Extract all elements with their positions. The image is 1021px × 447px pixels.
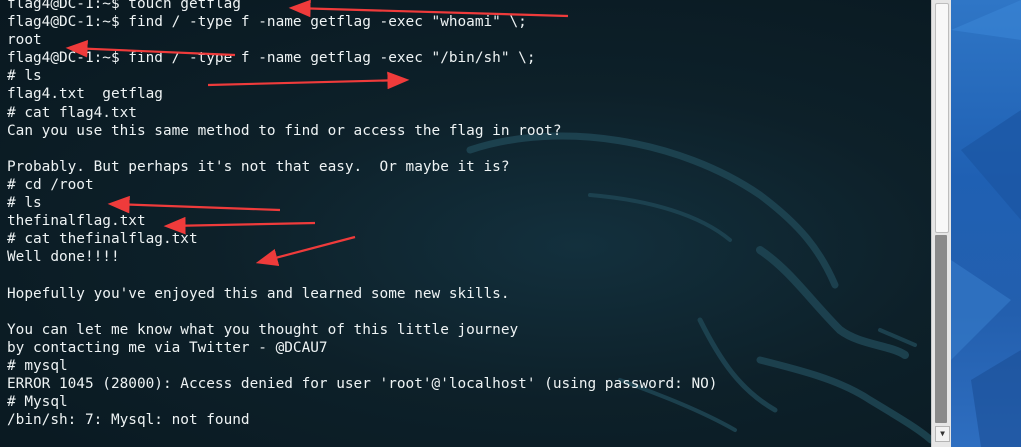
- terminal-line: ERROR 1045 (28000): Access denied for us…: [7, 375, 718, 392]
- terminal-line: flag4@DC-1:~$ find / -type f -name getfl…: [7, 50, 536, 67]
- terminal-line: flag4@DC-1:~$ touch getflag: [7, 0, 241, 12]
- terminal-line: /bin/sh: 7: Mysql: not found: [7, 412, 250, 429]
- scrollbar-track-lower[interactable]: [935, 235, 947, 423]
- desktop-wallpaper-art: [951, 0, 1021, 447]
- terminal-line: thefinalflag.txt: [7, 213, 146, 230]
- terminal-line: You can let me know what you thought of …: [7, 321, 519, 338]
- terminal-line: Well done!!!!: [7, 249, 120, 266]
- terminal-line: Probably. But perhaps it's not that easy…: [7, 158, 510, 175]
- scrollbar-thumb[interactable]: [935, 3, 949, 233]
- terminal-line: flag4.txt getflag: [7, 86, 163, 103]
- terminal-line: root: [7, 32, 42, 49]
- terminal-line: # ls: [7, 195, 42, 212]
- chevron-down-icon: ▼: [940, 429, 945, 438]
- terminal-line: # cd /root: [7, 176, 94, 193]
- terminal-line: Can you use this same method to find or …: [7, 122, 562, 139]
- terminal-line: # ls: [7, 68, 42, 85]
- terminal-line: by contacting me via Twitter - @DCAU7: [7, 339, 328, 356]
- terminal-window[interactable]: flag4@DC-1:~$ touch getflag flag4@DC-1:~$…: [0, 0, 931, 447]
- terminal-line: # mysql: [7, 357, 68, 374]
- terminal-line: flag4@DC-1:~$ find / -type f -name getfl…: [7, 14, 527, 31]
- scroll-down-button[interactable]: ▼: [935, 426, 950, 442]
- terminal-line: # Mysql: [7, 394, 68, 411]
- terminal-line: # cat thefinalflag.txt: [7, 231, 198, 248]
- terminal-output[interactable]: flag4@DC-1:~$ touch getflag flag4@DC-1:~$…: [7, 0, 717, 429]
- vertical-scrollbar[interactable]: ▼: [931, 0, 951, 447]
- terminal-line: Hopefully you've enjoyed this and learne…: [7, 285, 510, 302]
- desktop-background: [951, 0, 1021, 447]
- terminal-line: # cat flag4.txt: [7, 104, 137, 121]
